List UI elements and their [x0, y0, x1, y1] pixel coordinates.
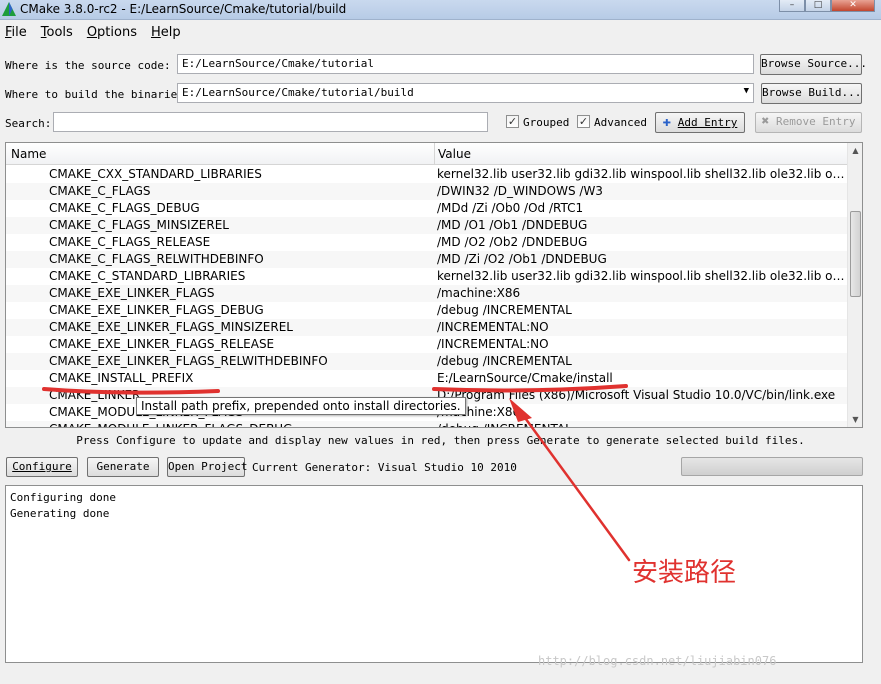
- add-entry-button[interactable]: ✚ Add Entry: [655, 112, 745, 133]
- table-row[interactable]: CMAKE_EXE_LINKER_FLAGS/machine:X86: [6, 285, 849, 302]
- cell-name: CMAKE_C_FLAGS_RELWITHDEBINFO: [49, 252, 264, 266]
- grouped-checkbox[interactable]: ✓: [506, 115, 519, 128]
- cell-name: CMAKE_C_STANDARD_LIBRARIES: [49, 269, 246, 283]
- open-project-button[interactable]: Open Project: [167, 457, 247, 477]
- cell-value[interactable]: /DWIN32 /D_WINDOWS /W3: [437, 184, 845, 198]
- column-divider[interactable]: [434, 143, 435, 165]
- cell-value[interactable]: /INCREMENTAL:NO: [437, 320, 845, 334]
- cell-name: CMAKE_CXX_STANDARD_LIBRARIES: [49, 167, 262, 181]
- scroll-up-icon[interactable]: ▲: [848, 143, 862, 158]
- cell-value[interactable]: /MD /O1 /Ob1 /DNDEBUG: [437, 218, 845, 232]
- cell-name: CMAKE_INSTALL_PREFIX: [49, 371, 194, 385]
- menu-options[interactable]: Options: [82, 22, 142, 42]
- menu-file[interactable]: File: [0, 22, 32, 42]
- table-row[interactable]: CMAKE_EXE_LINKER_FLAGS_MINSIZEREL/INCREM…: [6, 319, 849, 336]
- search-input[interactable]: [53, 112, 488, 132]
- grouped-label: Grouped: [523, 116, 570, 129]
- browse-source-button[interactable]: Browse Source...: [760, 54, 867, 75]
- cell-value[interactable]: /MD /Zi /O2 /Ob1 /DNDEBUG: [437, 252, 845, 266]
- advanced-checkbox[interactable]: ✓: [577, 115, 590, 128]
- source-input[interactable]: E:/LearnSource/Cmake/tutorial: [177, 54, 754, 74]
- source-label: Where is the source code:: [5, 59, 171, 72]
- output-line: Configuring done: [10, 491, 116, 504]
- browse-build-button[interactable]: Browse Build...: [761, 83, 862, 104]
- cell-value[interactable]: /debug /INCREMENTAL: [437, 303, 845, 317]
- cell-value[interactable]: /debug /INCREMENTAL: [437, 354, 845, 368]
- cell-name: CMAKE_C_FLAGS_RELEASE: [49, 235, 211, 249]
- cell-name: CMAKE_LINKER: [49, 388, 141, 402]
- cell-value[interactable]: /machine:X86: [437, 286, 845, 300]
- cell-value[interactable]: /debug /INCREMENTAL: [437, 422, 845, 427]
- cell-value[interactable]: kernel32.lib user32.lib gdi32.lib winspo…: [437, 269, 845, 283]
- table-row[interactable]: CMAKE_C_FLAGS/DWIN32 /D_WINDOWS /W3: [6, 183, 849, 200]
- table-body: CMAKE_CXX_STANDARD_LIBRARIES kernel32.lib…: [6, 166, 849, 427]
- column-header-name[interactable]: Name: [11, 147, 46, 161]
- cell-value[interactable]: /machine:X86: [437, 405, 845, 419]
- plus-icon: ✚: [662, 114, 672, 130]
- column-header-value[interactable]: Value: [438, 147, 471, 161]
- cell-name: CMAKE_MODULE_LINKER_FLAGS_DEBUG: [49, 422, 292, 427]
- table-row[interactable]: CMAKE_EXE_LINKER_FLAGS_DEBUG/debug /INCR…: [6, 302, 849, 319]
- table-row[interactable]: CMAKE_C_FLAGS_RELWITHDEBINFO/MD /Zi /O2 …: [6, 251, 849, 268]
- cache-table[interactable]: Name Value CMAKE_CXX_STANDARD_LIBRARIESk…: [5, 142, 863, 428]
- binaries-combobox[interactable]: E:/LearnSource/Cmake/tutorial/build ▼: [177, 83, 754, 103]
- table-row[interactable]: CMAKE_EXE_LINKER_FLAGS_RELWITHDEBINFO/de…: [6, 353, 849, 370]
- cell-value[interactable]: kernel32.lib user32.lib gdi32.lib winspo…: [437, 167, 845, 181]
- cell-name: CMAKE_EXE_LINKER_FLAGS_DEBUG: [49, 303, 264, 317]
- tooltip: Install path prefix, prepended onto inst…: [136, 397, 466, 415]
- scroll-thumb[interactable]: [850, 211, 861, 297]
- menu-bar: File Tools Options Help: [0, 22, 881, 42]
- cell-value[interactable]: D:/Program Files (x86)/Microsoft Visual …: [437, 388, 845, 402]
- minimize-icon[interactable]: –: [779, 0, 805, 12]
- table-row[interactable]: CMAKE_CXX_STANDARD_LIBRARIES kernel32.lib…: [6, 166, 849, 183]
- hint-text: Press Configure to update and display ne…: [76, 434, 805, 447]
- title-bar[interactable]: CMake 3.8.0-rc2 - E:/LearnSource/Cmake/t…: [0, 0, 881, 20]
- cell-name: CMAKE_C_FLAGS_MINSIZEREL: [49, 218, 229, 232]
- binaries-label: Where to build the binaries:: [5, 88, 191, 101]
- cell-value[interactable]: /MDd /Zi /Ob0 /Od /RTC1: [437, 201, 845, 215]
- output-line: Generating done: [10, 507, 110, 520]
- advanced-label: Advanced: [594, 116, 647, 129]
- cmake-logo-icon: [2, 2, 16, 16]
- close-icon[interactable]: ✕: [831, 0, 875, 12]
- remove-entry-button[interactable]: ✖ Remove Entry: [755, 112, 862, 133]
- remove-entry-label: Remove Entry: [775, 115, 856, 128]
- table-row[interactable]: CMAKE_C_FLAGS_MINSIZEREL/MD /O1 /Ob1 /DN…: [6, 217, 849, 234]
- window-title: CMake 3.8.0-rc2 - E:/LearnSource/Cmake/t…: [20, 2, 347, 16]
- watermark: http://blog.csdn.net/liujiabin076: [538, 654, 777, 668]
- table-row[interactable]: CMAKE_MODULE_LINKER_FLAGS_DEBUG/debug /I…: [6, 421, 849, 427]
- cell-value[interactable]: E:/LearnSource/Cmake/install: [437, 371, 845, 385]
- vertical-scrollbar[interactable]: ▲ ▼: [847, 143, 862, 427]
- menu-help[interactable]: Help: [146, 22, 186, 42]
- cell-name: CMAKE_C_FLAGS: [49, 184, 151, 198]
- table-row[interactable]: CMAKE_C_FLAGS_RELEASE/MD /O2 /Ob2 /DNDEB…: [6, 234, 849, 251]
- generate-button[interactable]: Generate: [87, 457, 159, 477]
- configure-button[interactable]: Configure: [6, 457, 78, 477]
- cell-name: CMAKE_EXE_LINKER_FLAGS_MINSIZEREL: [49, 320, 293, 334]
- annotation-label: 安装路径: [632, 558, 737, 588]
- cell-name: CMAKE_EXE_LINKER_FLAGS_RELWITHDEBINFO: [49, 354, 328, 368]
- cell-value[interactable]: /MD /O2 /Ob2 /DNDEBUG: [437, 235, 845, 249]
- cell-name: CMAKE_EXE_LINKER_FLAGS: [49, 286, 215, 300]
- search-label: Search:: [5, 117, 52, 130]
- table-row[interactable]: CMAKE_C_FLAGS_DEBUG/MDd /Zi /Ob0 /Od /RT…: [6, 200, 849, 217]
- cell-value[interactable]: /INCREMENTAL:NO: [437, 337, 845, 351]
- menu-tools[interactable]: Tools: [36, 22, 78, 42]
- progress-bar: [681, 457, 863, 476]
- maximize-icon[interactable]: □: [805, 0, 831, 12]
- cell-name: CMAKE_C_FLAGS_DEBUG: [49, 201, 200, 215]
- table-row[interactable]: CMAKE_INSTALL_PREFIX E:/LearnSource/Cmake…: [6, 370, 849, 387]
- table-header: Name Value: [6, 143, 849, 165]
- cell-name: CMAKE_EXE_LINKER_FLAGS_RELEASE: [49, 337, 275, 351]
- remove-x-icon: ✖: [761, 114, 770, 129]
- chevron-down-icon[interactable]: ▼: [744, 86, 749, 96]
- add-entry-label: Add Entry: [677, 116, 738, 129]
- table-row[interactable]: CMAKE_C_STANDARD_LIBRARIES kernel32.lib u…: [6, 268, 849, 285]
- scroll-down-icon[interactable]: ▼: [848, 412, 862, 427]
- table-row[interactable]: CMAKE_EXE_LINKER_FLAGS_RELEASE/INCREMENT…: [6, 336, 849, 353]
- current-generator: Current Generator: Visual Studio 10 2010: [252, 461, 517, 474]
- binaries-value: E:/LearnSource/Cmake/tutorial/build: [182, 86, 414, 99]
